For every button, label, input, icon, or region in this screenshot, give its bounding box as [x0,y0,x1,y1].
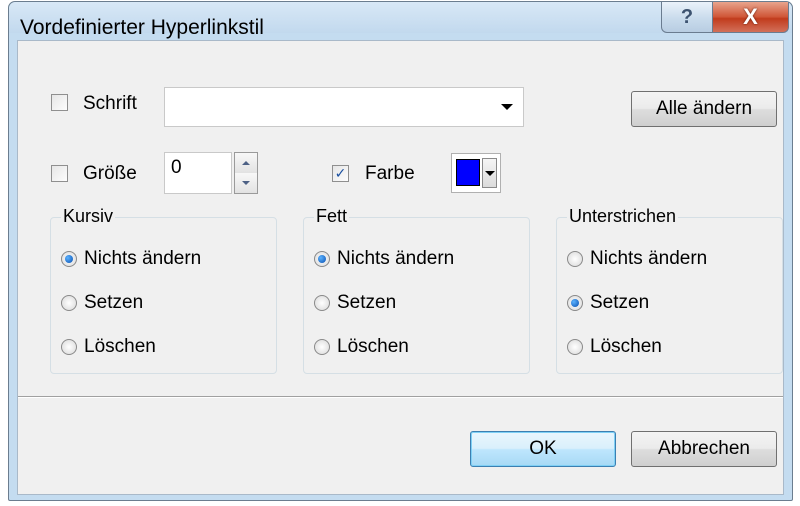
radio-selected-dot [65,255,73,263]
spin-up-button[interactable] [235,153,257,174]
button-separator [18,396,783,398]
radio-selected-dot [571,299,579,307]
close-icon: X [743,4,758,29]
ok-button[interactable]: OK [470,431,616,467]
bold-option-unchanged[interactable]: Nichts ändern [314,248,454,270]
color-checkbox[interactable]: ✓ [332,165,349,182]
radio-button[interactable] [314,339,330,355]
chevron-down-icon [501,104,513,110]
color-dropdown-button[interactable] [482,158,497,188]
help-icon: ? [680,5,694,28]
font-label: Schrift [83,93,137,114]
bold-group: Fett Nichts ändern Setzen Löschen [303,206,530,374]
chevron-down-icon [484,170,495,176]
font-combobox[interactable] [164,87,524,127]
radio-label: Löschen [84,336,156,357]
radio-button[interactable] [567,339,583,355]
font-checkbox[interactable] [51,94,68,111]
dialog-title: Vordefinierter Hyperlinkstil [20,16,264,39]
dialog-window: Vordefinierter Hyperlinkstil ? X Schrift… [8,1,793,501]
size-label: Größe [83,163,137,184]
radio-button[interactable] [61,251,77,267]
italic-group: Kursiv Nichts ändern Setzen Löschen [50,206,277,374]
bold-option-set[interactable]: Setzen [314,292,396,314]
underline-group: Unterstrichen Nichts ändern Setzen Lösch… [556,206,783,374]
radio-label: Löschen [337,336,409,357]
underline-option-unchanged[interactable]: Nichts ändern [567,248,707,270]
radio-label: Nichts ändern [337,248,455,269]
radio-label: Nichts ändern [590,248,708,269]
underline-group-label: Unterstrichen [567,206,679,227]
radio-label: Setzen [84,292,144,313]
underline-option-set[interactable]: Setzen [567,292,649,314]
arrow-down-icon [242,181,250,185]
italic-group-label: Kursiv [61,206,116,227]
change-all-button[interactable]: Alle ändern [631,91,777,127]
radio-selected-dot [318,255,326,263]
radio-label: Löschen [590,336,662,357]
color-swatch [456,159,480,186]
radio-button[interactable] [567,251,583,267]
size-checkbox[interactable] [51,165,68,182]
italic-option-clear[interactable]: Löschen [61,336,156,358]
color-label: Farbe [365,163,415,184]
italic-option-unchanged[interactable]: Nichts ändern [61,248,201,270]
radio-label: Setzen [337,292,397,313]
close-button[interactable]: X [712,2,789,33]
bold-group-label: Fett [314,206,350,227]
underline-option-clear[interactable]: Löschen [567,336,662,358]
dialog-body: Schrift Alle ändern Größe 0 ✓ Farbe Kurs… [17,40,784,495]
help-button[interactable]: ? [661,2,713,33]
size-input[interactable]: 0 [164,152,232,194]
radio-button[interactable] [567,295,583,311]
italic-option-set[interactable]: Setzen [61,292,143,314]
radio-button[interactable] [314,295,330,311]
color-picker[interactable] [451,153,501,193]
radio-button[interactable] [61,339,77,355]
arrow-up-icon [242,161,250,165]
radio-label: Setzen [590,292,650,313]
radio-button[interactable] [314,251,330,267]
radio-label: Nichts ändern [84,248,202,269]
title-bar[interactable]: Vordefinierter Hyperlinkstil ? X [9,2,792,39]
radio-button[interactable] [61,295,77,311]
bold-option-clear[interactable]: Löschen [314,336,409,358]
spin-down-button[interactable] [235,173,257,193]
cancel-button[interactable]: Abbrechen [631,431,777,467]
size-spinner[interactable] [234,152,258,194]
